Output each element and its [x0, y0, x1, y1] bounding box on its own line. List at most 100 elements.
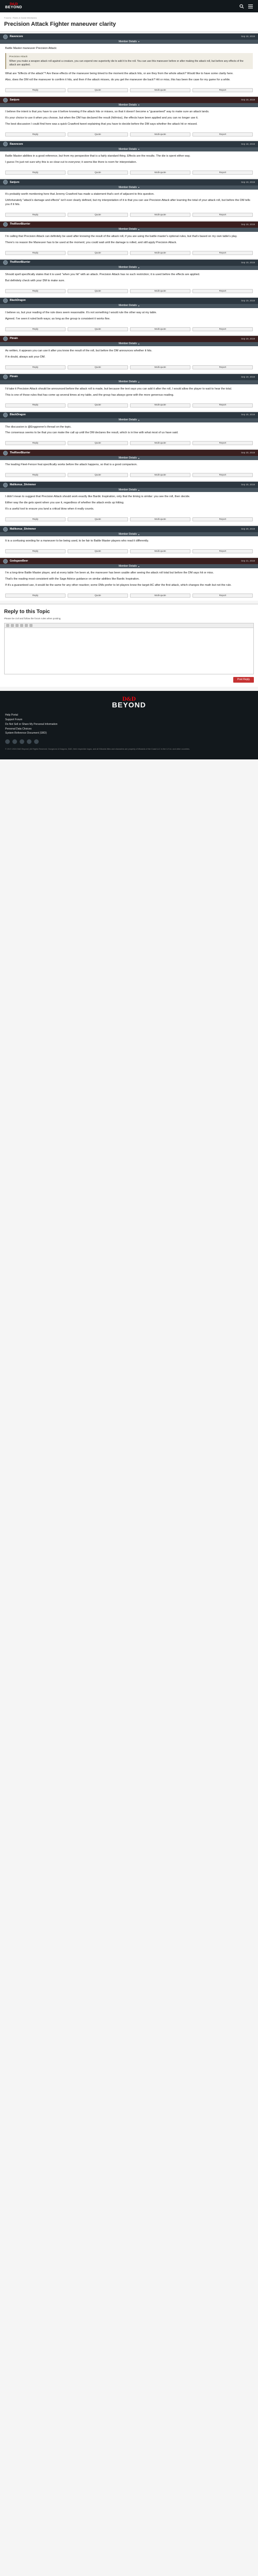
report-button[interactable]: Report [192, 250, 253, 255]
member-details-toggle[interactable]: Member Details ▾ [0, 185, 258, 190]
avatar[interactable] [3, 298, 8, 303]
quote-button[interactable]: Quote [68, 132, 128, 137]
report-button[interactable]: Report [192, 88, 253, 93]
multiquote-button[interactable]: Multi-quote [130, 441, 190, 446]
author-name[interactable]: Pbrain [10, 337, 18, 341]
facebook-icon[interactable] [5, 739, 10, 744]
bold-icon[interactable] [6, 623, 9, 627]
italic-icon[interactable] [11, 623, 14, 627]
avatar[interactable] [3, 413, 8, 417]
report-button[interactable]: Report [192, 170, 253, 175]
reply-button[interactable]: Reply [5, 473, 66, 478]
reply-button[interactable]: Reply [5, 365, 66, 369]
breadcrumb[interactable]: Forums › Rules & Game Mechanics [4, 16, 254, 19]
report-button[interactable]: Report [192, 212, 253, 217]
member-details-toggle[interactable]: Member Details ▾ [0, 418, 258, 422]
twitter-icon[interactable] [12, 739, 17, 744]
member-details-toggle[interactable]: Member Details ▾ [0, 103, 258, 108]
author-name[interactable]: Sanjuro [10, 98, 20, 102]
author-name[interactable]: BlackDragon [10, 299, 26, 302]
multiquote-button[interactable]: Multi-quote [130, 170, 190, 175]
member-details-toggle[interactable]: Member Details ▾ [0, 564, 258, 569]
member-details-toggle[interactable]: Member Details ▾ [0, 342, 258, 346]
quote-button[interactable]: Quote [68, 365, 128, 369]
list-icon[interactable] [29, 623, 33, 627]
avatar[interactable] [3, 375, 8, 380]
quote-icon[interactable] [25, 623, 28, 627]
quote-button[interactable]: Quote [68, 170, 128, 175]
member-details-toggle[interactable]: Member Details ▾ [0, 456, 258, 461]
multiquote-button[interactable]: Multi-quote [130, 403, 190, 408]
report-button[interactable]: Report [192, 327, 253, 331]
reply-button[interactable]: Reply [5, 88, 66, 93]
author-name[interactable]: Ravencore [10, 35, 23, 39]
reply-button[interactable]: Reply [5, 327, 66, 331]
report-button[interactable]: Report [192, 517, 253, 522]
footer-link[interactable]: Help Portal [5, 714, 253, 717]
report-button[interactable]: Report [192, 365, 253, 369]
author-name[interactable]: Malikonus_Shrimmer [10, 483, 36, 487]
quote-button[interactable]: Quote [68, 212, 128, 217]
member-details-toggle[interactable]: Member Details ▾ [0, 303, 258, 308]
author-name[interactable]: BlackDragon [10, 413, 26, 417]
author-name[interactable]: GodsgaveBeer [10, 560, 28, 563]
author-name[interactable]: TheRiverBlurrier [10, 223, 30, 226]
multiquote-button[interactable]: Multi-quote [130, 517, 190, 522]
reply-button[interactable]: Reply [5, 132, 66, 137]
member-details-toggle[interactable]: Member Details ▾ [0, 532, 258, 537]
footer-link[interactable]: Personal Data Choices [5, 727, 253, 731]
reply-button[interactable]: Reply [5, 517, 66, 522]
multiquote-button[interactable]: Multi-quote [130, 88, 190, 93]
site-logo[interactable]: D&D BEYOND [5, 3, 22, 9]
author-name[interactable]: TheRiverBlurrier [10, 451, 30, 455]
avatar[interactable] [3, 450, 8, 455]
reply-button[interactable]: Reply [5, 170, 66, 175]
author-name[interactable]: Pbrain [10, 375, 18, 379]
member-details-toggle[interactable]: Member Details ▾ [0, 380, 258, 384]
footer-link[interactable]: Support Forum [5, 718, 253, 722]
multiquote-button[interactable]: Multi-quote [130, 473, 190, 478]
avatar[interactable] [3, 97, 8, 103]
author-name[interactable]: Sanjuro [10, 181, 20, 184]
instagram-icon[interactable] [20, 739, 24, 744]
menu-icon[interactable] [248, 4, 253, 9]
avatar[interactable] [3, 260, 8, 265]
avatar[interactable] [3, 482, 8, 487]
author-name[interactable]: Malikonus_Shrimmer [10, 528, 36, 531]
report-button[interactable]: Report [192, 132, 253, 137]
twitch-icon[interactable] [34, 739, 39, 744]
report-button[interactable]: Report [192, 441, 253, 446]
footer-link[interactable]: System Reference Document (SRD) [5, 732, 253, 735]
quote-button[interactable]: Quote [68, 250, 128, 255]
reply-button[interactable]: Reply [5, 250, 66, 255]
quote-button[interactable]: Quote [68, 594, 128, 598]
author-name[interactable]: Ravencore [10, 143, 23, 146]
member-details-toggle[interactable]: Member Details ▾ [0, 227, 258, 232]
report-button[interactable]: Report [192, 289, 253, 293]
avatar[interactable] [3, 34, 8, 39]
reply-button[interactable]: Reply [5, 441, 66, 446]
reply-button[interactable]: Reply [5, 594, 66, 598]
reply-editor[interactable] [4, 628, 254, 674]
reply-button[interactable]: Reply [5, 549, 66, 554]
avatar[interactable] [3, 558, 8, 564]
reply-button[interactable]: Reply [5, 403, 66, 408]
search-icon[interactable] [239, 4, 244, 9]
multiquote-button[interactable]: Multi-quote [130, 132, 190, 137]
quote-button[interactable]: Quote [68, 473, 128, 478]
member-details-toggle[interactable]: Member Details ▾ [0, 488, 258, 493]
author-name[interactable]: TheRiverBlurrier [10, 261, 30, 264]
multiquote-button[interactable]: Multi-quote [130, 212, 190, 217]
avatar[interactable] [3, 527, 8, 532]
reply-button[interactable]: Reply [5, 289, 66, 293]
multiquote-button[interactable]: Multi-quote [130, 289, 190, 293]
member-details-toggle[interactable]: Member Details ▾ [0, 40, 258, 44]
footer-logo[interactable]: D&D BEYOND [5, 697, 253, 709]
multiquote-button[interactable]: Multi-quote [130, 549, 190, 554]
avatar[interactable] [3, 336, 8, 342]
quote-button[interactable]: Quote [68, 88, 128, 93]
avatar[interactable] [3, 222, 8, 227]
avatar[interactable] [3, 142, 8, 147]
post-reply-button[interactable]: Post Reply [233, 676, 254, 683]
quote-button[interactable]: Quote [68, 441, 128, 446]
